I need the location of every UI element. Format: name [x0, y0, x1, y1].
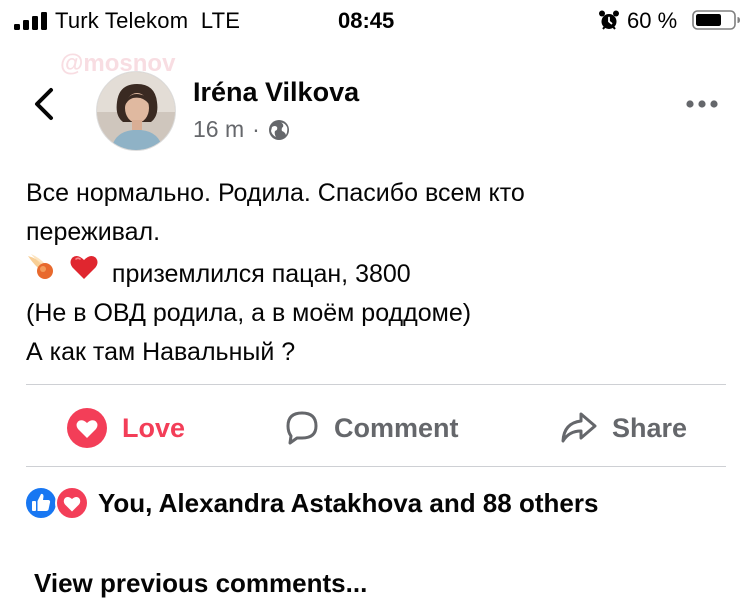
divider	[26, 466, 726, 467]
post-line: приземлился пацан, 3800	[111, 260, 411, 288]
love-button[interactable]: Love	[66, 400, 185, 456]
comment-label: Comment	[334, 412, 459, 443]
view-previous-comments-link[interactable]: View previous comments...	[34, 568, 367, 599]
back-chevron-icon[interactable]	[30, 86, 60, 122]
reactions-summary[interactable]: You, Alexandra Astakhova and 88 others	[24, 486, 598, 520]
carrier-label: Turk Telekom LTE	[55, 8, 240, 34]
status-bar: Turk Telekom LTE 08:45 60 %	[0, 0, 750, 40]
divider	[26, 384, 726, 385]
watermark: @mosnov	[60, 50, 176, 77]
network-type: LTE	[200, 8, 241, 33]
reaction-icons	[24, 486, 92, 520]
share-button[interactable]: Share	[560, 400, 687, 456]
love-reaction-icon	[67, 408, 107, 448]
post-meta: 16 m ·	[193, 116, 290, 143]
post-author-name[interactable]: Iréna Vilkova	[193, 77, 359, 108]
love-label: Love	[122, 412, 186, 443]
reactions-text: You, Alexandra Astakhova and 88 others	[98, 487, 599, 518]
status-time: 08:45	[338, 8, 395, 33]
battery-icon	[692, 10, 740, 30]
post-time[interactable]: 16 m	[193, 116, 244, 143]
post-line: Все нормально. Родила. Спасибо всем кто	[26, 179, 525, 207]
author-avatar[interactable]	[96, 71, 176, 151]
comment-button[interactable]: Comment	[284, 400, 459, 456]
avatar-portrait	[97, 72, 175, 150]
meta-separator: ·	[252, 116, 260, 142]
love-icon	[55, 486, 89, 520]
more-options-icon[interactable]	[685, 97, 719, 111]
like-icon	[24, 486, 58, 520]
post-body: Все нормально. Родила. Спасибо всем кто …	[26, 174, 726, 372]
red-heart-icon	[70, 255, 98, 279]
post-line: (Не в ОВД родила, а в моём роддоме)	[26, 299, 472, 327]
carrier-name: Turk Telekom	[55, 8, 189, 33]
share-arrow-icon	[561, 412, 597, 443]
comment-icon	[286, 411, 318, 445]
signal-strength-icon	[14, 12, 47, 30]
post-line-with-emoji: приземлился пацан, 3800	[26, 252, 726, 294]
globe-icon	[268, 119, 289, 140]
comet-icon	[28, 254, 53, 279]
battery-percent: 60 %	[627, 8, 678, 33]
post-line: переживал.	[26, 218, 161, 246]
share-label: Share	[612, 412, 688, 443]
post-line: А как там Навальный ?	[26, 338, 296, 366]
alarm-clock-icon	[599, 10, 619, 30]
